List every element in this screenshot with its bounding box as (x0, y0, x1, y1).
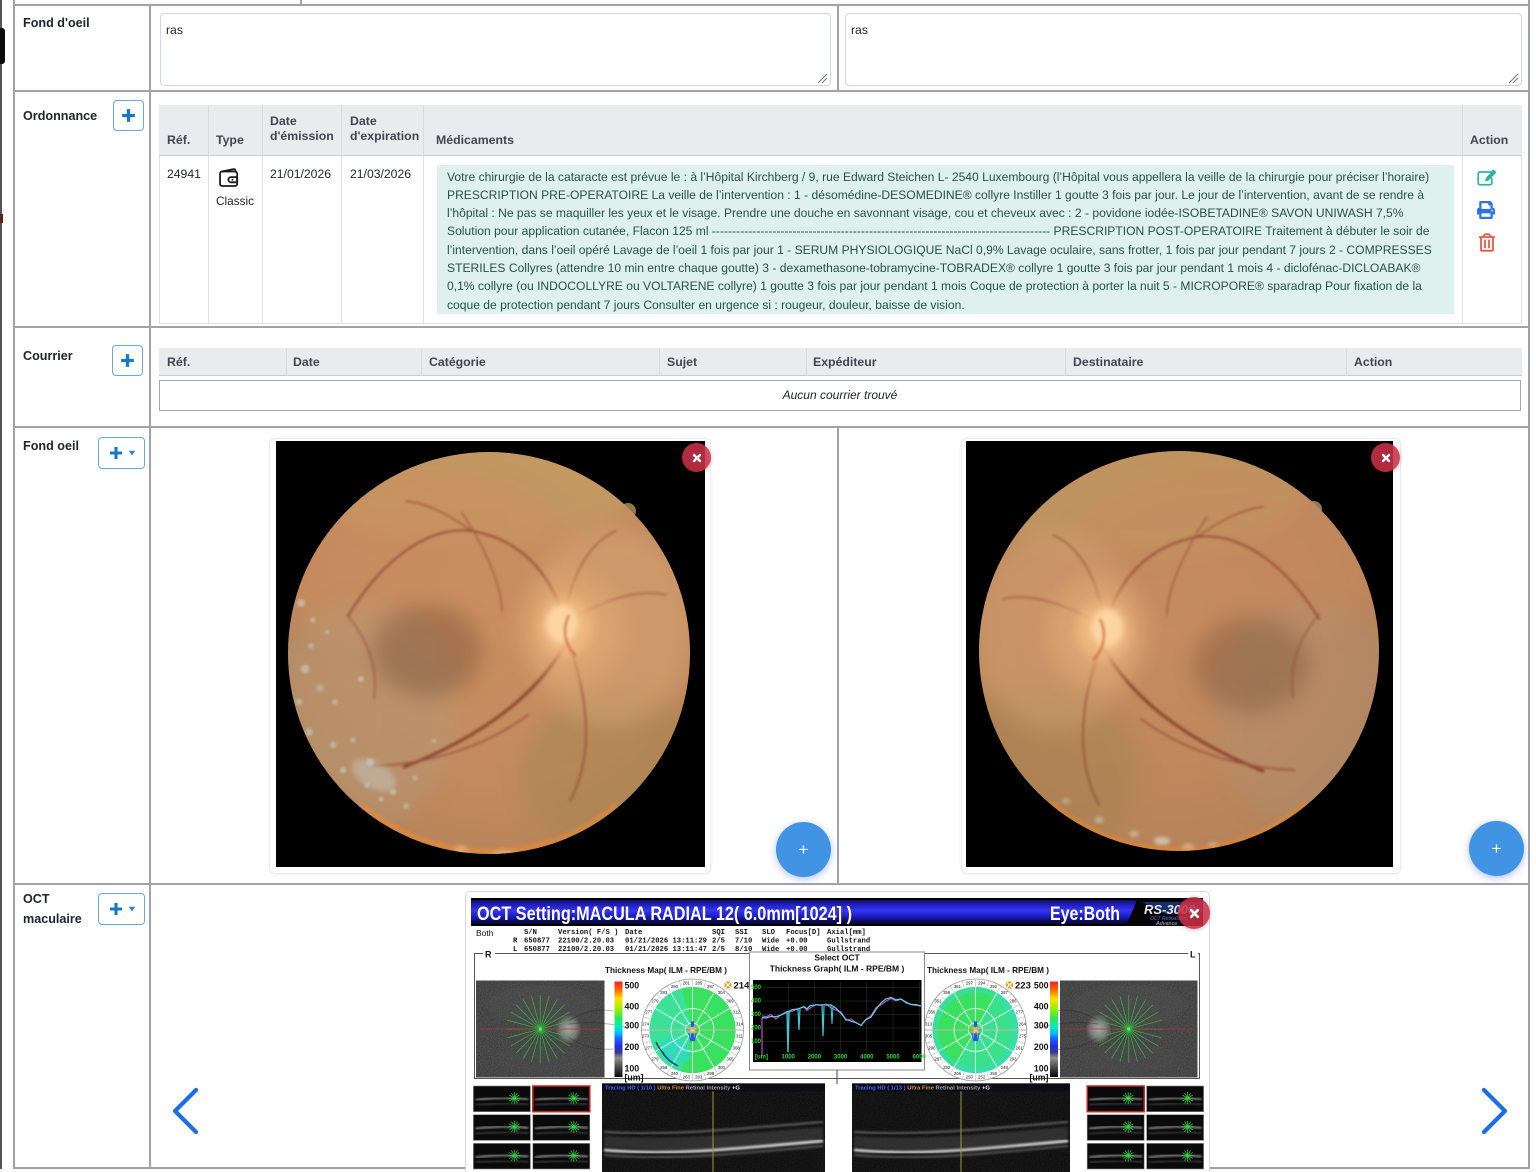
svg-text:Date: Date (625, 929, 642, 937)
svg-text:L: L (1190, 950, 1196, 960)
svg-text:Wide: Wide (762, 938, 779, 946)
svg-text:287: 287 (707, 984, 715, 989)
svg-text:Tracing HD ( 1/10 ) Ultra Fine: Tracing HD ( 1/10 ) Ultra Fine Retinal I… (605, 1085, 740, 1091)
svg-text:Thickness Map( ILM - RPE/BM ): Thickness Map( ILM - RPE/BM ) (605, 966, 727, 975)
svg-text:314: 314 (736, 1021, 744, 1026)
svg-text:500: 500 (625, 981, 640, 991)
svg-text:273: 273 (642, 1034, 650, 1039)
svg-text:Version( F/S ): Version( F/S ) (558, 929, 618, 937)
svg-text:263: 263 (695, 1074, 703, 1079)
svg-text:361: 361 (954, 984, 962, 989)
svg-text:292: 292 (990, 984, 998, 989)
svg-text:SSI: SSI (735, 929, 748, 937)
svg-text:250: 250 (966, 1074, 974, 1079)
svg-text:Focus[D]: Focus[D] (786, 929, 821, 937)
svg-text:200: 200 (1034, 1042, 1049, 1052)
svg-text:OCT Setting:MACULA RADIAL 12(: OCT Setting:MACULA RADIAL 12( 6.0mm[1024… (477, 904, 852, 925)
svg-text:311: 311 (736, 1034, 743, 1039)
svg-text:300: 300 (1034, 1021, 1049, 1031)
svg-text:200: 200 (625, 1042, 640, 1052)
svg-text:650877: 650877 (524, 938, 550, 946)
svg-text:2/5: 2/5 (712, 938, 725, 946)
svg-text:214: 214 (734, 981, 751, 992)
svg-text:200: 200 (751, 1026, 762, 1032)
svg-text:240: 240 (671, 1071, 679, 1076)
svg-text:280: 280 (671, 984, 679, 989)
svg-text:400: 400 (1034, 1002, 1049, 1012)
svg-text:Thickness Graph( ILM - RPE/BM: Thickness Graph( ILM - RPE/BM ) (770, 964, 905, 974)
svg-text:293: 293 (1009, 1056, 1017, 1061)
svg-text:287: 287 (1001, 990, 1009, 995)
svg-text:286: 286 (1009, 999, 1017, 1004)
svg-text:308: 308 (733, 1046, 741, 1051)
svg-text:297: 297 (966, 981, 974, 986)
svg-text:Both: Both (476, 928, 494, 938)
svg-text:Thickness Map( ILM - RPE/BM ): Thickness Map( ILM - RPE/BM ) (927, 966, 1049, 975)
svg-text:[um]: [um] (1029, 1073, 1048, 1083)
svg-text:312: 312 (733, 1009, 741, 1014)
svg-text:SQI: SQI (712, 929, 725, 937)
svg-text:305: 305 (925, 1034, 933, 1039)
svg-text:3000: 3000 (834, 1055, 848, 1061)
svg-text:300: 300 (718, 1065, 726, 1070)
svg-text:6000: 6000 (913, 1055, 927, 1061)
svg-text:300: 300 (625, 1021, 640, 1031)
svg-text:274: 274 (642, 1021, 650, 1026)
svg-text:258: 258 (660, 1065, 668, 1070)
svg-text:4000: 4000 (860, 1055, 874, 1061)
svg-text:275: 275 (1019, 1034, 1027, 1039)
svg-text:100: 100 (751, 1039, 762, 1045)
svg-text:01/21/2026 13:11:29: 01/21/2026 13:11:29 (625, 938, 707, 946)
svg-text:365: 365 (726, 1056, 734, 1061)
svg-text:263: 263 (683, 1074, 691, 1079)
svg-text:Axial[mm]: Axial[mm] (827, 929, 866, 937)
svg-text:285: 285 (695, 981, 703, 986)
svg-text:281: 281 (683, 981, 691, 986)
svg-text:7/10: 7/10 (735, 938, 752, 946)
svg-text:S/N: S/N (524, 929, 537, 937)
svg-text:250: 250 (990, 1071, 998, 1076)
svg-text:R: R (485, 950, 492, 960)
svg-text:+0.00: +0.00 (786, 938, 808, 946)
svg-text:[um]: [um] (625, 1073, 644, 1083)
svg-text:500: 500 (1034, 981, 1049, 991)
svg-text:283: 283 (660, 990, 668, 995)
svg-text:292: 292 (943, 1065, 951, 1070)
svg-text:2/5: 2/5 (712, 946, 725, 954)
svg-text:Gullstrand: Gullstrand (827, 938, 870, 946)
svg-text:R: R (513, 938, 518, 946)
svg-text:22100/2.20.03: 22100/2.20.03 (558, 946, 614, 954)
svg-text:400: 400 (625, 1002, 640, 1012)
svg-text:400: 400 (751, 999, 762, 1005)
svg-text:Tracing HD ( 1/13 ) Ultra Fine: Tracing HD ( 1/13 ) Ultra Fine Retinal I… (855, 1085, 990, 1091)
svg-text:369: 369 (726, 999, 734, 1004)
svg-text:300: 300 (751, 1012, 762, 1018)
svg-text:5000: 5000 (886, 1055, 900, 1061)
svg-text:261: 261 (1016, 1046, 1024, 1051)
svg-text:SLO: SLO (762, 929, 776, 937)
svg-text:2000: 2000 (808, 1055, 822, 1061)
svg-text:298: 298 (707, 1071, 715, 1076)
svg-text:248: 248 (1001, 1065, 1009, 1070)
svg-text:22100/2.20.03: 22100/2.20.03 (558, 938, 614, 946)
svg-text:Advance: Advance (1155, 921, 1177, 927)
svg-text:277: 277 (1016, 1009, 1024, 1014)
svg-text:Eye:Both: Eye:Both (1050, 904, 1120, 925)
svg-text:500: 500 (751, 985, 762, 991)
svg-text:223: 223 (1015, 981, 1031, 992)
svg-text:[um]: [um] (755, 1055, 768, 1061)
svg-text:1000: 1000 (782, 1055, 796, 1061)
svg-text:252: 252 (978, 1074, 986, 1079)
svg-text:304: 304 (718, 990, 726, 995)
svg-text:264: 264 (1019, 1021, 1027, 1026)
svg-text:266: 266 (954, 1071, 962, 1076)
svg-text:01/21/2026 13:11:47: 01/21/2026 13:11:47 (625, 946, 707, 954)
svg-text:650877: 650877 (524, 946, 550, 954)
svg-text:L: L (513, 946, 517, 954)
svg-text:313: 313 (925, 1021, 933, 1026)
svg-text:356: 356 (943, 990, 951, 995)
svg-text:Select OCT: Select OCT (814, 953, 860, 963)
svg-text:294: 294 (978, 981, 986, 986)
